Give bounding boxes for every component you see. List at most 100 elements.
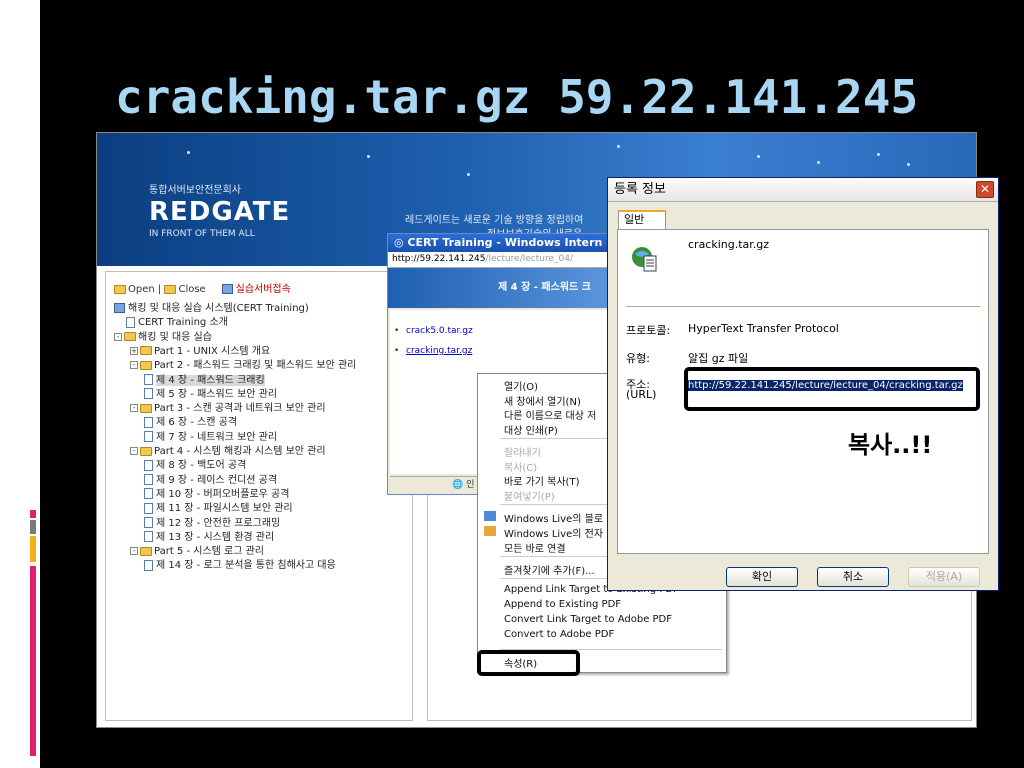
properties-dialog: 등록 정보 ✕ 일반 cracking.tar.gz 프로토콜: HyperTe…: [607, 177, 999, 591]
collapse-icon[interactable]: -: [130, 361, 138, 370]
tree-item[interactable]: 제 5 장 - 패스워드 보안 관리: [144, 388, 277, 402]
tree-item[interactable]: 제 9 장 - 레이스 컨디션 공격: [144, 474, 277, 488]
apply-button[interactable]: 적용(A): [908, 567, 980, 587]
file-globe-icon: [632, 247, 657, 272]
tree-item[interactable]: 제 11 장 - 파일시스템 보안 관리: [144, 502, 293, 516]
context-menu-item[interactable]: Windows Live의 블로: [504, 510, 603, 525]
tree-item[interactable]: 제 4 장 - 패스워드 크래킹: [144, 374, 265, 388]
page-icon: [144, 459, 153, 471]
tree-item-label: 제 4 장 - 패스워드 크래킹: [156, 374, 265, 386]
tree-item-label: Part 1 - UNIX 시스템 개요: [154, 345, 271, 357]
windows-live-icon: [484, 511, 496, 521]
ok-button[interactable]: 확인: [726, 567, 798, 587]
tree-item[interactable]: - Part 2 - 패스워드 크래킹 및 패스워드 보안 관리: [130, 359, 356, 373]
link-crack5[interactable]: crack5.0.tar.gz: [394, 326, 473, 336]
link-cracking[interactable]: cracking.tar.gz: [394, 346, 472, 356]
type-label: 유형:: [626, 352, 650, 365]
context-menu-item[interactable]: 열기(O): [504, 378, 538, 393]
ie-address-bar[interactable]: http://59.22.141.245/lecture/lecture_04/: [388, 252, 626, 268]
folder-icon: [124, 332, 136, 342]
accent-bar-gray: [30, 520, 36, 534]
tree-item-label: 제 13 장 - 시스템 환경 관리: [156, 531, 275, 543]
tree-item-label: Part 3 - 스캔 공격과 네트워크 보안 관리: [154, 403, 326, 415]
file-name: cracking.tar.gz: [688, 238, 770, 251]
context-menu-item[interactable]: Convert Link Target to Adobe PDF: [504, 614, 672, 625]
context-menu-item[interactable]: 모든 바로 연결: [504, 540, 566, 555]
protocol-value: HyperText Transfer Protocol: [688, 322, 839, 335]
collapse-icon[interactable]: -: [114, 332, 122, 341]
server-connect-link[interactable]: 실습서버접속: [236, 284, 291, 295]
tree-item-label: CERT Training 소개: [138, 317, 228, 329]
accent-bar-yellow: [30, 536, 36, 562]
expand-icon[interactable]: +: [130, 346, 138, 355]
tree-item-label: 제 11 장 - 파일시스템 보안 관리: [156, 503, 293, 515]
tree-item-label: Part 4 - 시스템 해킹과 시스템 보안 관리: [154, 446, 326, 457]
folder-icon: [164, 284, 177, 294]
protocol-label: 프로토콜:: [626, 324, 671, 337]
tree-item[interactable]: CERT Training 소개: [126, 316, 228, 330]
collapse-icon[interactable]: -: [130, 447, 138, 455]
context-menu-item[interactable]: Append to Existing PDF: [504, 599, 621, 610]
page-icon: [126, 316, 135, 328]
tree-item-label: 제 14 장 - 로그 분석을 통한 침해사고 대응: [156, 560, 336, 572]
tree-item[interactable]: - Part 5 - 시스템 로그 관리: [130, 545, 264, 559]
collapse-icon[interactable]: -: [130, 547, 138, 556]
page-icon: [144, 488, 153, 500]
banner-tagline: IN FRONT OF THEM ALL: [149, 229, 255, 239]
slide-bottom: [40, 740, 1024, 768]
context-menu-item[interactable]: 복사(C): [504, 459, 537, 474]
tree-item-label: 해킹 및 대응 실습: [138, 331, 212, 343]
tree-item-label: 제 8 장 - 백도어 공격: [156, 460, 247, 472]
context-menu-item[interactable]: Windows Live의 전자: [504, 525, 603, 540]
page-icon: [144, 474, 153, 486]
ie-title: CERT Training - Windows Intern: [407, 236, 603, 249]
context-menu-item[interactable]: 다른 이름으로 대상 저: [504, 407, 596, 422]
tree-item[interactable]: - Part 4 - 시스템 해킹과 시스템 보안 관리: [130, 445, 326, 459]
tree-toolbar: Open | Close 실습서버접속: [114, 280, 291, 295]
context-menu-item[interactable]: 붙여넣기(P): [504, 488, 555, 503]
url-highlight-box: [684, 367, 980, 411]
page-icon: [144, 416, 153, 428]
context-menu-item[interactable]: 즐겨찾기에 추가(F)...: [504, 562, 595, 577]
tree-item[interactable]: 제 8 장 - 백도어 공격: [144, 459, 246, 473]
copy-annotation: 복사..!!: [848, 431, 933, 459]
banner-logo: REDGATE: [149, 197, 291, 227]
context-menu-item[interactable]: 잘라내기: [504, 444, 541, 459]
folder-icon: [140, 360, 152, 370]
globe-icon: 🌐: [452, 480, 467, 490]
tree-item[interactable]: 해킹 및 대응 실습 시스템(CERT Training): [114, 302, 309, 316]
tree-item[interactable]: 제 6 장 - 스캔 공격: [144, 416, 237, 430]
cancel-button[interactable]: 취소: [817, 567, 889, 587]
server-icon: [221, 284, 233, 294]
tree-item[interactable]: 제 12 장 - 안전한 프로그래밍: [144, 517, 280, 531]
tree-item[interactable]: - Part 3 - 스캔 공격과 네트워크 보안 관리: [130, 402, 326, 416]
folder-icon: [140, 346, 152, 356]
context-menu-item[interactable]: Convert to Adobe PDF: [504, 629, 614, 640]
page-icon: [144, 559, 153, 571]
accent-bar-magenta: [30, 510, 36, 518]
tree-pane: Open | Close 실습서버접속 해킹 및 대응 실습 시스템(CERT …: [105, 271, 413, 721]
tab-general[interactable]: 일반: [618, 210, 666, 230]
toolbar-separator: |: [157, 284, 162, 295]
tree-item[interactable]: + Part 1 - UNIX 시스템 개요: [130, 345, 270, 359]
context-menu-item[interactable]: 대상 인쇄(P): [504, 422, 558, 437]
type-value: 알집 gz 파일: [688, 352, 749, 365]
tree-item[interactable]: 제 13 장 - 시스템 환경 관리: [144, 531, 274, 545]
context-menu-item[interactable]: 새 창에서 열기(N): [504, 393, 581, 408]
page-icon: [144, 388, 153, 400]
collapse-icon[interactable]: -: [130, 404, 138, 413]
context-menu-item[interactable]: 바로 가기 복사(T): [504, 473, 579, 488]
tree-item[interactable]: 제 10 장 - 버퍼오버플로우 공격: [144, 488, 289, 502]
dialog-title-bar: 등록 정보: [608, 178, 998, 202]
tree-item[interactable]: 제 14 장 - 로그 분석을 통한 침해사고 대응: [144, 559, 336, 573]
tree-item[interactable]: - 해킹 및 대응 실습: [114, 331, 212, 345]
tree-item-label: Part 2 - 패스워드 크래킹 및 패스워드 보안 관리: [154, 360, 357, 372]
close-link[interactable]: Close: [178, 284, 205, 295]
folder-icon: [140, 546, 152, 556]
folder-icon: [140, 446, 152, 456]
tree-item[interactable]: 제 7 장 - 네트워크 보안 관리: [144, 431, 277, 445]
open-link[interactable]: Open: [128, 284, 155, 295]
page-icon: [144, 431, 153, 443]
dialog-title: 등록 정보: [614, 182, 666, 197]
close-icon[interactable]: ✕: [976, 181, 994, 198]
